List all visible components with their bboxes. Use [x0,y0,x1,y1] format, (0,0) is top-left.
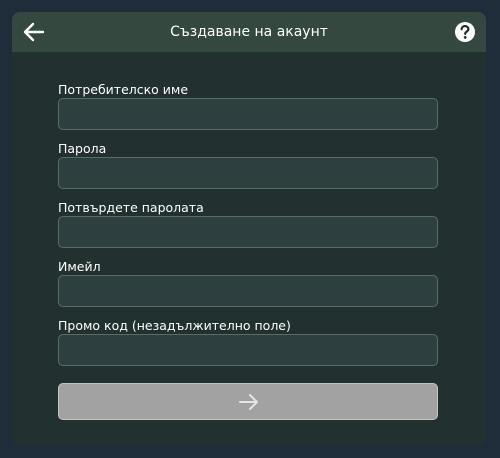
submit-button[interactable] [58,383,438,420]
promo-code-input[interactable] [58,334,438,366]
create-account-panel: Създаване на акаунт Потребителско име Па… [12,12,486,446]
registration-form: Потребителско име Парола Потвърдете паро… [58,82,438,377]
password-field-group: Парола [58,141,438,200]
username-field-group: Потребителско име [58,82,438,141]
confirm-password-input[interactable] [58,216,438,248]
window-frame: Създаване на акаунт Потребителско име Па… [0,0,500,458]
back-button[interactable] [20,18,48,46]
header-bar: Създаване на акаунт [12,12,486,52]
confirm-password-field-group: Потвърдете паролата [58,200,438,259]
arrow-right-icon [239,394,258,410]
page-title: Създаване на акаунт [170,24,328,40]
help-button[interactable] [452,19,478,45]
email-input[interactable] [58,275,438,307]
password-label: Парола [58,141,107,156]
email-label: Имейл [58,259,101,274]
username-label: Потребителско име [58,82,189,97]
email-field-group: Имейл [58,259,438,318]
arrow-left-icon [23,22,45,42]
confirm-password-label: Потвърдете паролата [58,200,204,215]
promo-code-field-group: Промо код (незадължително поле) [58,318,438,377]
promo-code-label: Промо код (незадължително поле) [58,318,291,333]
question-circle-icon [455,22,475,42]
password-input[interactable] [58,157,438,189]
username-input[interactable] [58,98,438,130]
